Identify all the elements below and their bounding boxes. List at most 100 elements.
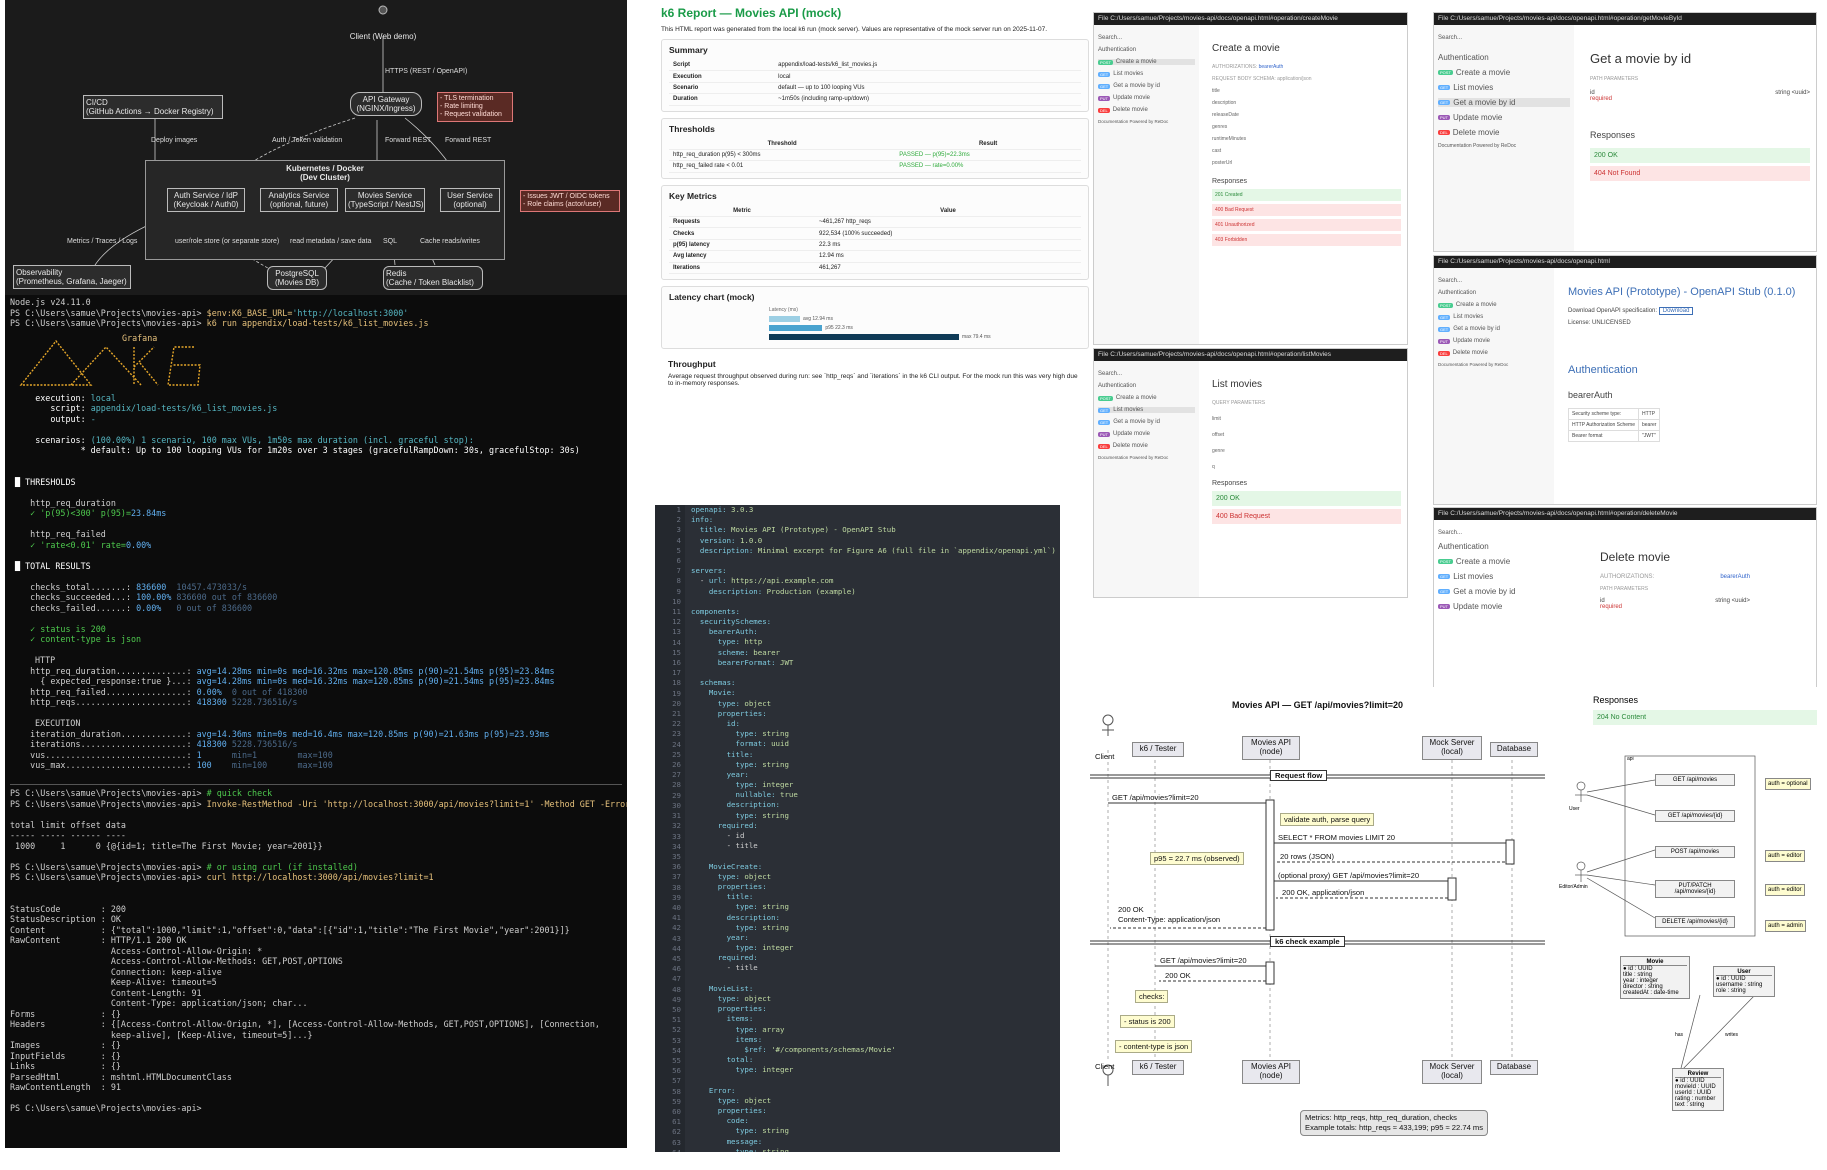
download-button[interactable]: Download [1658,307,1694,315]
actor-client-bottom: Client [1095,1062,1115,1071]
sidebar-item-delete[interactable]: DEL Delete movie [1438,128,1570,137]
responses-heading: Responses [1593,695,1639,705]
latency-bar-row: p95 22.3 ms [769,324,1081,331]
responses-list[interactable]: 201 Created 400 Bad Request 401 Unauthoriz… [1212,189,1401,246]
terminal-line: checks_succeeded...: 100.00% 836600 out … [30,592,278,602]
line-number: 24 [672,739,681,749]
response-204[interactable]: 204 No Content [1593,710,1817,725]
actor-mock-server-bottom: Mock Server (local) [1422,1060,1482,1084]
sidebar-item-auth[interactable]: Authentication [1438,542,1580,551]
curl-response: StatusCode : 200 StatusDescription : OK Co… [10,904,622,1093]
sidebar-item-update[interactable]: PUT Update movie [1438,602,1580,611]
api-package: api [1627,756,1634,762]
terminal-line: Connection: keep-alive [10,966,222,977]
line-number: 54 [672,1045,681,1055]
sidebar-item-list[interactable]: GET List movies [1438,572,1580,581]
sidebar-item-get[interactable]: GET Get a movie by id [1098,419,1195,425]
line-number: 59 [672,1096,681,1106]
sidebar-item-get[interactable]: GET Get a movie by id [1438,98,1570,107]
search-input[interactable]: Search... [1438,278,1550,284]
terminal-line: EXECUTION [35,718,81,728]
sidebar-item-create[interactable]: POST Create a movie [1438,302,1550,308]
sidebar-item-create[interactable]: POST Create a movie [1098,395,1195,401]
line-number: 31 [672,811,681,821]
search-input[interactable]: Search... [1098,371,1195,377]
sidebar-item-auth[interactable]: Authentication [1438,290,1550,296]
search-input[interactable]: Search... [1098,35,1195,41]
thresholds-title: Thresholds [669,123,715,134]
redoc-sidebar: Search... Authentication POST Create a mo… [1094,361,1199,597]
sidebar-item-auth[interactable]: Authentication [1098,383,1195,389]
sidebar-item-delete[interactable]: DEL Delete movie [1098,107,1195,113]
sidebar-item-update[interactable]: PUT Update movie [1438,338,1550,344]
table-cell: PASSED — p(95)=22.3ms [895,149,1081,162]
msg-k6-get: GET /api/movies?limit=20 [1160,956,1247,965]
sidebar-item-create[interactable]: POST Create a movie [1098,59,1195,65]
sidebar-item-update[interactable]: PUT Update movie [1438,113,1570,122]
powered-by[interactable]: Documentation Powered by ReDoc [1438,143,1570,149]
sidebar-item-get[interactable]: GET Get a movie by id [1438,326,1550,332]
gateway-node: API Gateway (NGINX/Ingress) [350,92,422,117]
field-name: cast [1212,148,1222,154]
sidebar-item-list[interactable]: GET List movies [1098,407,1195,413]
response-400[interactable]: 400 Bad Request [1212,509,1401,524]
line-number: 64 [655,1148,681,1152]
sidebar-item-list[interactable]: GET List movies [1438,314,1550,320]
sidebar-item-get[interactable]: GET Get a movie by id [1438,587,1580,596]
sidebar-item-auth[interactable]: Authentication [1098,47,1195,53]
msg-select: SELECT * FROM movies LIMIT 20 [1278,833,1396,842]
https-label: HTTPS (REST / OpenAPI) [385,68,468,75]
sidebar-item-auth[interactable]: Authentication [1438,53,1570,62]
sidebar-item-delete[interactable]: DEL Delete movie [1438,350,1550,356]
metrics-footnote: Metrics: http_reqs, http_req_duration, c… [1300,1110,1489,1136]
table-cell: http_req_duration p(95) < 300ms [669,149,896,162]
code-line: $ref: '#/components/schemas/Movie' [744,1044,896,1054]
movies-service: Movies Service (TypeScript / NestJS) [345,188,425,213]
operation-title: List movies [1212,379,1263,390]
sidebar-item-update[interactable]: PUT Update movie [1098,95,1195,101]
operation-title: Get a movie by id [1590,51,1692,66]
sidebar-item-update[interactable]: PUT Update movie [1098,431,1195,437]
sidebar-item-create[interactable]: POST Create a movie [1438,68,1570,77]
table-cell: p(95) latency [669,239,816,252]
response-200[interactable]: 200 OK [1212,491,1401,506]
sidebar-item-delete[interactable]: DEL Delete movie [1098,443,1195,449]
cluster-title: Kubernetes / Docker (Dev Cluster) [286,164,364,182]
terminal-line: http_req_failed................: 0.00% 0… [30,686,308,697]
sidebar-item-get[interactable]: GET Get a movie by id [1098,83,1195,89]
response-item[interactable]: 201 Created [1212,189,1401,201]
table-cell: Execution [669,70,775,83]
table-cell: http_req_failed rate < 0.01 [669,160,896,173]
observability-node: Observability (Prometheus, Grafana, Jaeg… [13,265,131,290]
sidebar-item-create[interactable]: POST Create a movie [1438,557,1580,566]
query-param: offset [1212,432,1225,438]
latency-section: Latency chart (mock) Latency (ms) avg 12… [661,285,1089,349]
powered-by[interactable]: Documentation Powered by ReDoc [1438,362,1550,367]
line-number: 9 [676,586,681,596]
body-field: releaseDate [1212,112,1401,118]
response-404[interactable]: 404 Not Found [1590,166,1810,181]
responses-heading: Responses [1212,178,1248,185]
body-field: cast [1212,148,1401,154]
sidebar-item-list[interactable]: GET List movies [1098,71,1195,77]
table-cell: "JWT" [1637,430,1661,442]
powered-by[interactable]: Documentation Powered by ReDoc [1098,119,1195,124]
user-entity: User ● id : UUID username : string role : s… [1713,966,1775,997]
powered-by[interactable]: Documentation Powered by ReDoc [1098,455,1195,460]
terminal-prompt[interactable]: PS C:\Users\samue\Projects\movies-api> [10,1103,622,1114]
response-200[interactable]: 200 OK [1590,148,1810,163]
line-number: 5 [676,545,681,555]
response-item[interactable]: 403 Forbidden [1212,234,1401,246]
body-field: posterUrl [1212,160,1401,166]
response-item[interactable]: 400 Bad Request [1212,204,1401,216]
openapi-yaml-editor[interactable]: 1 2 3 4 5 6 7 8 9 10 11 12 13 14 15 16 17 18 19 20 21 22 23 24 2… [655,505,1060,1152]
search-input[interactable]: Search... [1438,530,1580,536]
sidebar-item-list[interactable]: GET List movies [1438,83,1570,92]
response-item[interactable]: 401 Unauthorized [1212,219,1401,231]
line-number: 51 [672,1015,681,1025]
table-cell: Iterations [669,262,816,274]
terminal-window[interactable]: Node.js v24.11.0 PS C:\Users\samue\Proje… [5,295,627,1148]
line-number: 42 [672,923,681,933]
search-input[interactable]: Search... [1438,35,1570,41]
